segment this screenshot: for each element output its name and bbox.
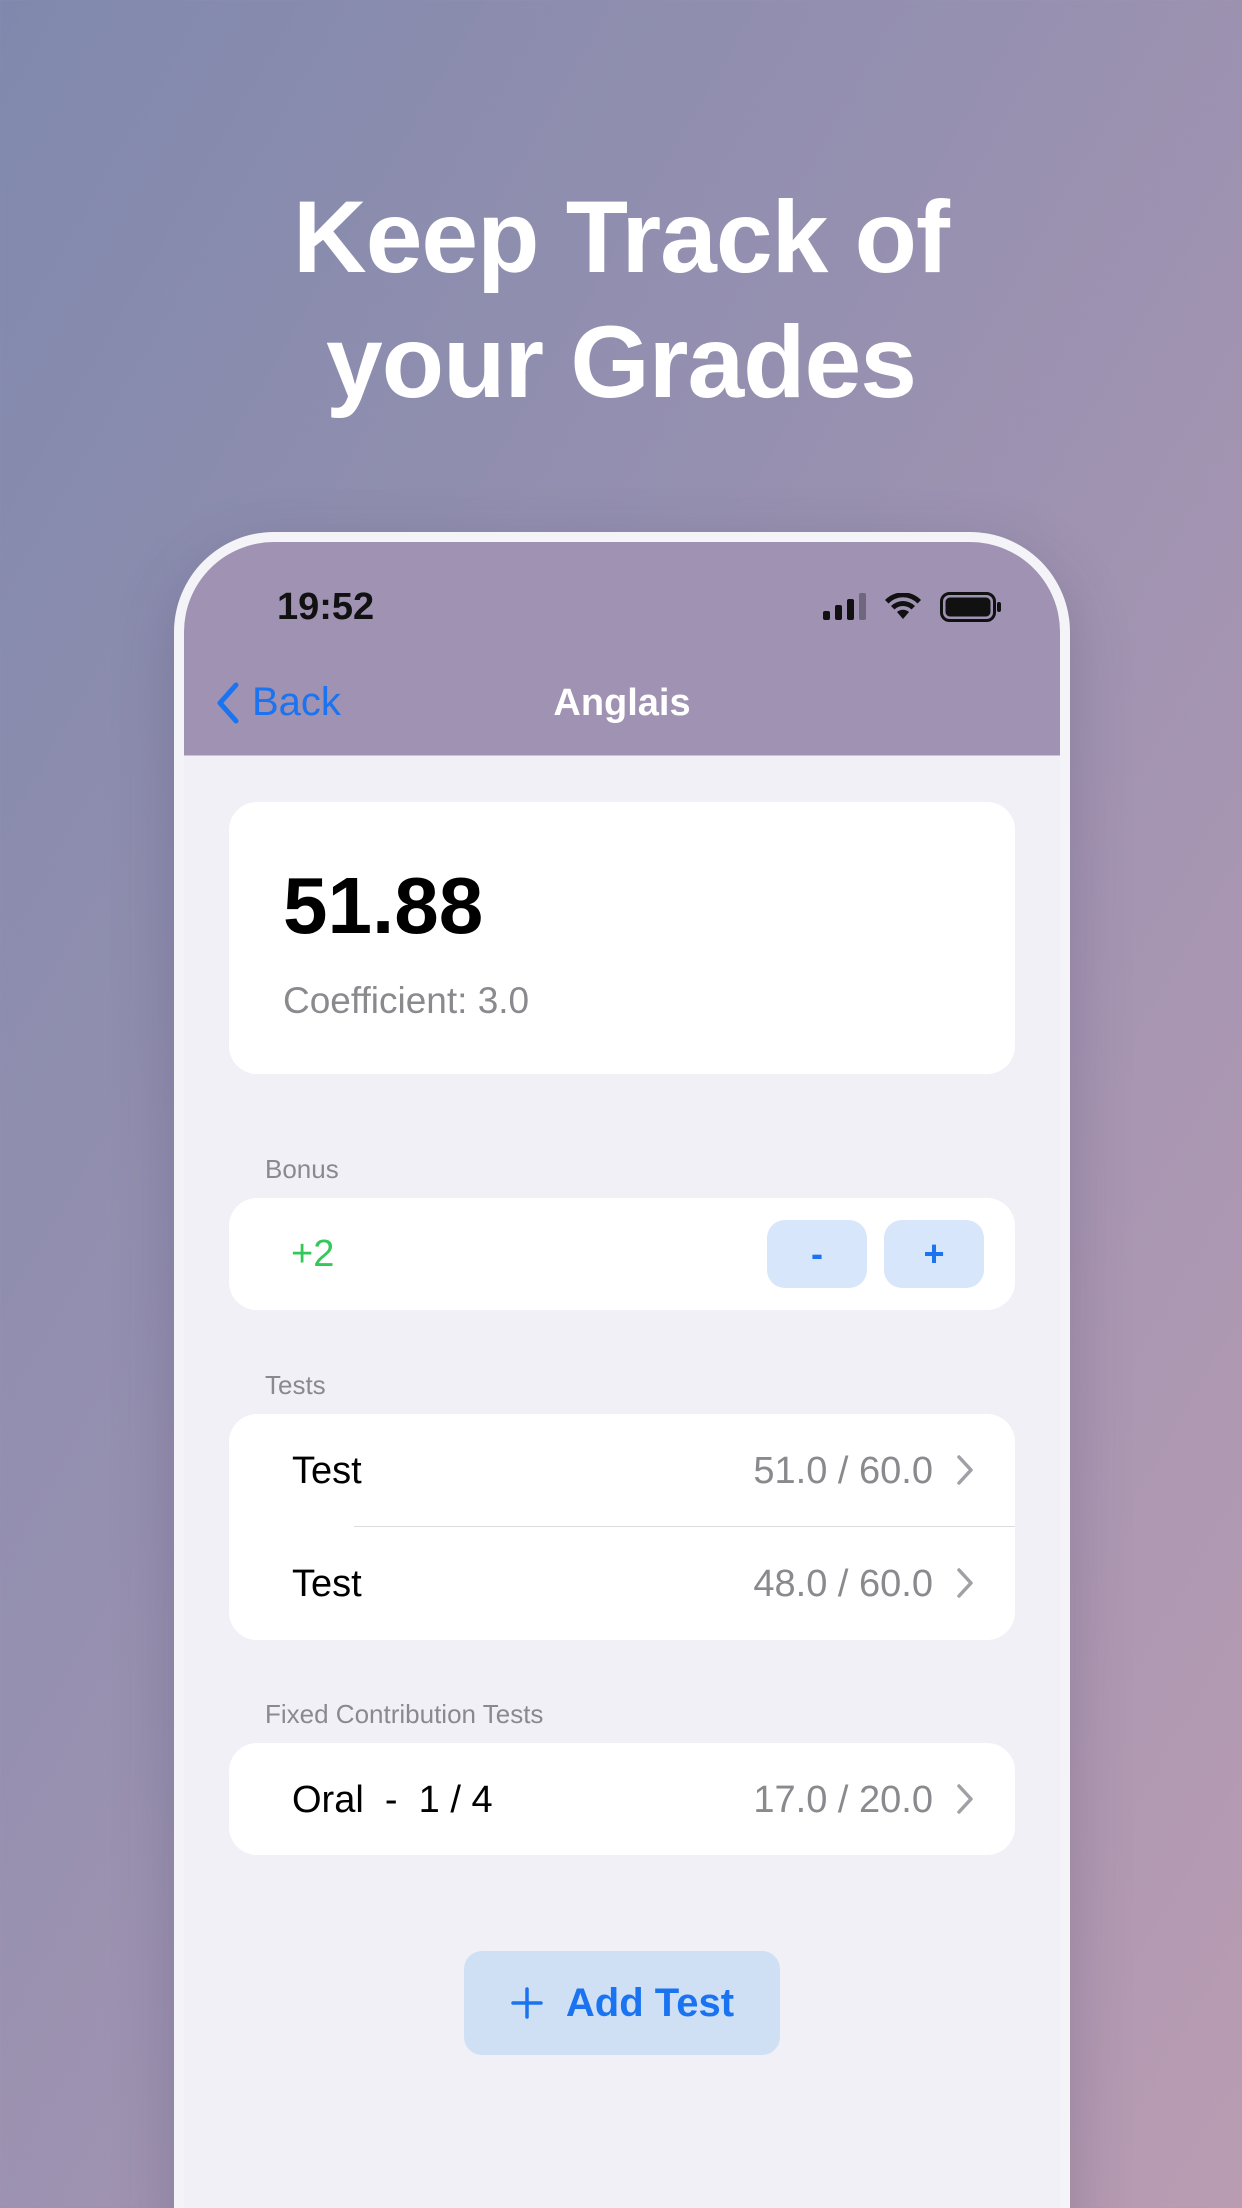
fixed-test-row[interactable]: Oral - 1 / 4 17.0 / 20.0 [229,1743,1015,1856]
chevron-right-icon [957,1568,973,1598]
chevron-right-icon [957,1455,973,1485]
fixed-tests-list: Oral - 1 / 4 17.0 / 20.0 [229,1743,1015,1855]
add-test-button[interactable]: Add Test [464,1951,780,2055]
add-test-label: Add Test [565,1980,735,2025]
test-score: 51.0 / 60.0 [753,1450,933,1492]
fixed-test-name: Oral - 1 / 4 [292,1779,493,1821]
fixed-test-score: 17.0 / 20.0 [753,1779,933,1821]
status-time: 19:52 [277,586,375,628]
chevron-right-icon [957,1784,973,1814]
tests-list: Test 51.0 / 60.0 Test 48.0 / 60.0 [229,1414,1015,1640]
test-row[interactable]: Test 51.0 / 60.0 [229,1414,1015,1527]
bonus-section-label: Bonus [265,1154,339,1184]
navigation-bar: 19:52 Back Anglais [184,542,1060,756]
battery-icon [940,592,1002,622]
test-name: Test [292,1563,362,1605]
fixed-tests-section-label: Fixed Contribution Tests [265,1699,544,1729]
headline-line-2: your Grades [326,305,917,419]
status-icons [823,592,1002,622]
headline-line-1: Keep Track of [293,180,950,294]
grade-summary-card: 51.88 Coefficient: 3.0 [229,802,1015,1074]
bonus-card: +2 - + [229,1198,1015,1310]
tests-section-label: Tests [265,1370,326,1400]
bonus-decrement-button[interactable]: - [767,1220,867,1288]
grade-average: 51.88 [283,861,484,950]
phone-frame: 19:52 Back Anglais 51.88 Coefficient: 3.… [174,532,1070,2208]
plus-icon [511,1987,543,2019]
bonus-value: +2 [291,1233,335,1275]
headline: Keep Track of your Grades [0,175,1242,425]
page-title: Anglais [553,682,691,724]
test-name: Test [292,1450,362,1492]
test-row[interactable]: Test 48.0 / 60.0 [229,1527,1015,1640]
bonus-increment-button[interactable]: + [884,1220,984,1288]
coefficient-label: Coefficient: 3.0 [283,980,530,1021]
cellular-signal-icon [823,593,866,620]
test-score: 48.0 / 60.0 [753,1563,933,1605]
wifi-icon [884,593,922,621]
